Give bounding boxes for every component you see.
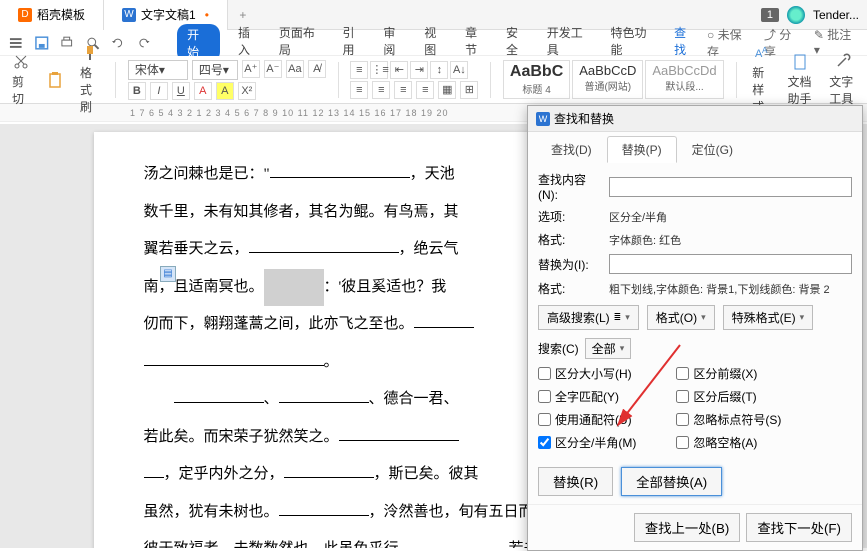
shrink-font-button[interactable]: A⁻: [264, 60, 282, 78]
format-label: 格式:: [538, 231, 603, 248]
text-tool-button[interactable]: 文字工具: [825, 51, 859, 109]
options-value: 区分全/半角: [609, 209, 667, 225]
scissors-icon: [12, 53, 30, 71]
menu-icon[interactable]: [8, 35, 24, 51]
tab-template[interactable]: D 稻壳模板: [0, 0, 104, 30]
tab-template-label: 稻壳模板: [37, 6, 85, 23]
font-size-select[interactable]: 四号 ▾: [192, 60, 238, 80]
replace-button[interactable]: 替换(R): [538, 467, 613, 496]
align-center-button[interactable]: ≡: [372, 81, 390, 99]
chk-case[interactable]: 区分大小写(H): [538, 365, 636, 382]
chk-whole[interactable]: 全字匹配(Y): [538, 388, 636, 405]
indent-inc-button[interactable]: ⇥: [410, 61, 428, 79]
shading-button[interactable]: ▦: [438, 81, 456, 99]
indent-dec-button[interactable]: ⇤: [390, 61, 408, 79]
format2-value: 粗下划线,字体颜色: 背景1,下划线颜色: 背景 2: [609, 281, 830, 297]
line-spacing-button[interactable]: ↕: [430, 61, 448, 79]
font-name-select[interactable]: 宋体 ▾: [128, 60, 188, 80]
bold-button[interactable]: B: [128, 82, 146, 100]
align-justify-button[interactable]: ≡: [416, 81, 434, 99]
tab-find[interactable]: 查找(D): [536, 136, 607, 163]
format2-label: 格式:: [538, 280, 603, 297]
dialog-title-bar[interactable]: W 查找和替换: [528, 106, 862, 132]
tab-goto[interactable]: 定位(G): [677, 136, 748, 163]
doc-helper-button[interactable]: 文档助手: [784, 51, 818, 109]
strikethrough-button[interactable]: X²: [238, 82, 256, 100]
search-scope-label: 搜索(C): [538, 340, 579, 357]
dialog-icon: W: [536, 112, 550, 126]
new-tab-button[interactable]: +: [228, 8, 258, 22]
ribbon: 剪切 格式刷 宋体 ▾ 四号 ▾ A⁺ A⁻ Aa A̸ B I U A A X…: [0, 56, 867, 104]
paragraph-group: ≡ ⋮≡ ⇤ ⇥ ↕ A↓ ≡ ≡ ≡ ≡ ▦ ⊞: [350, 61, 478, 99]
change-case-button[interactable]: Aa: [286, 60, 304, 78]
highlight-button[interactable]: A: [216, 82, 234, 100]
redo-icon[interactable]: [136, 35, 152, 51]
brush-label: 格式刷: [80, 64, 99, 115]
doc-helper-icon: [791, 53, 809, 71]
clipboard-icon: [46, 71, 64, 89]
chk-wildcard[interactable]: 使用通配符(U): [538, 411, 636, 428]
paste-button[interactable]: [42, 69, 68, 91]
save-icon[interactable]: [34, 35, 50, 51]
style-item-2[interactable]: AaBbCcD 普通(网站): [572, 60, 643, 99]
chk-punct[interactable]: 忽略标点符号(S): [676, 411, 781, 428]
replace-label: 替换为(I):: [538, 256, 603, 273]
new-style-icon: AA: [753, 44, 771, 62]
dialog-title: 查找和替换: [554, 110, 614, 127]
special-format-button[interactable]: 特殊格式(E): [723, 305, 814, 330]
advanced-search-button[interactable]: 高级搜索(L) ≣: [538, 305, 639, 330]
numbering-button[interactable]: ⋮≡: [370, 61, 388, 79]
format-value: 字体颜色: 红色: [609, 232, 681, 248]
replace-all-button[interactable]: 全部替换(A): [621, 467, 722, 496]
cut-button[interactable]: 剪切: [8, 51, 34, 109]
replace-input[interactable]: [609, 254, 852, 274]
chk-prefix[interactable]: 区分前缀(X): [676, 365, 781, 382]
grow-font-button[interactable]: A⁺: [242, 60, 260, 78]
template-icon: D: [18, 8, 32, 22]
dialog-tabs: 查找(D) 替换(P) 定位(G): [528, 132, 862, 163]
brush-icon: [81, 44, 99, 62]
chk-space[interactable]: 忽略空格(A): [676, 434, 781, 451]
italic-button[interactable]: I: [150, 82, 168, 100]
user-avatar[interactable]: [787, 6, 805, 24]
clear-format-button[interactable]: A̸: [308, 60, 326, 78]
chk-width[interactable]: 区分全/半角(M): [538, 434, 636, 451]
find-prev-button[interactable]: 查找上一处(B): [634, 513, 740, 542]
style-gallery: AaBbC 标题 4 AaBbCcD 普通(网站) AaBbCcDd 默认段..…: [503, 60, 724, 99]
window-count-badge[interactable]: 1: [761, 8, 779, 22]
search-scope-select[interactable]: 全部: [585, 338, 632, 359]
find-input[interactable]: [609, 177, 852, 197]
bullets-button[interactable]: ≡: [350, 61, 368, 79]
find-next-button[interactable]: 查找下一处(F): [746, 513, 852, 542]
font-group: 宋体 ▾ 四号 ▾ A⁺ A⁻ Aa A̸ B I U A A X²: [128, 60, 326, 100]
user-name[interactable]: Tender...: [813, 8, 859, 22]
unsaved-indicator[interactable]: ○ 未保存: [707, 26, 752, 60]
page-marker-icon[interactable]: ▤: [160, 266, 176, 282]
options-label: 选项:: [538, 208, 603, 225]
tab-dirty-dot: •: [205, 8, 209, 22]
svg-text:A: A: [762, 46, 768, 55]
format-brush-button[interactable]: 格式刷: [76, 42, 103, 117]
cut-label: 剪切: [12, 73, 30, 107]
print-icon[interactable]: [59, 35, 75, 51]
find-label: 查找内容(N):: [538, 171, 603, 202]
align-left-button[interactable]: ≡: [350, 81, 368, 99]
style-item-3[interactable]: AaBbCcDd 默认段...: [645, 60, 723, 99]
style-item-1[interactable]: AaBbC 标题 4: [503, 60, 570, 99]
wrench-icon: [833, 53, 851, 71]
doc-icon: W: [122, 8, 136, 22]
sort-button[interactable]: A↓: [450, 61, 468, 79]
quick-access-bar: 开始 插入 页面布局 引用 审阅 视图 章节 安全 开发工具 特色功能 查找 ○…: [0, 30, 867, 56]
tab-doc-label: 文字文稿1: [141, 6, 196, 23]
format-button[interactable]: 格式(O): [647, 305, 715, 330]
align-right-button[interactable]: ≡: [394, 81, 412, 99]
underline-button[interactable]: U: [172, 82, 190, 100]
borders-button[interactable]: ⊞: [460, 81, 478, 99]
chk-suffix[interactable]: 区分后缀(T): [676, 388, 781, 405]
font-color-button[interactable]: A: [194, 82, 212, 100]
find-replace-dialog: W 查找和替换 查找(D) 替换(P) 定位(G) 查找内容(N): 选项: 区…: [527, 105, 863, 551]
undo-icon[interactable]: [110, 35, 126, 51]
tab-replace[interactable]: 替换(P): [607, 136, 677, 163]
